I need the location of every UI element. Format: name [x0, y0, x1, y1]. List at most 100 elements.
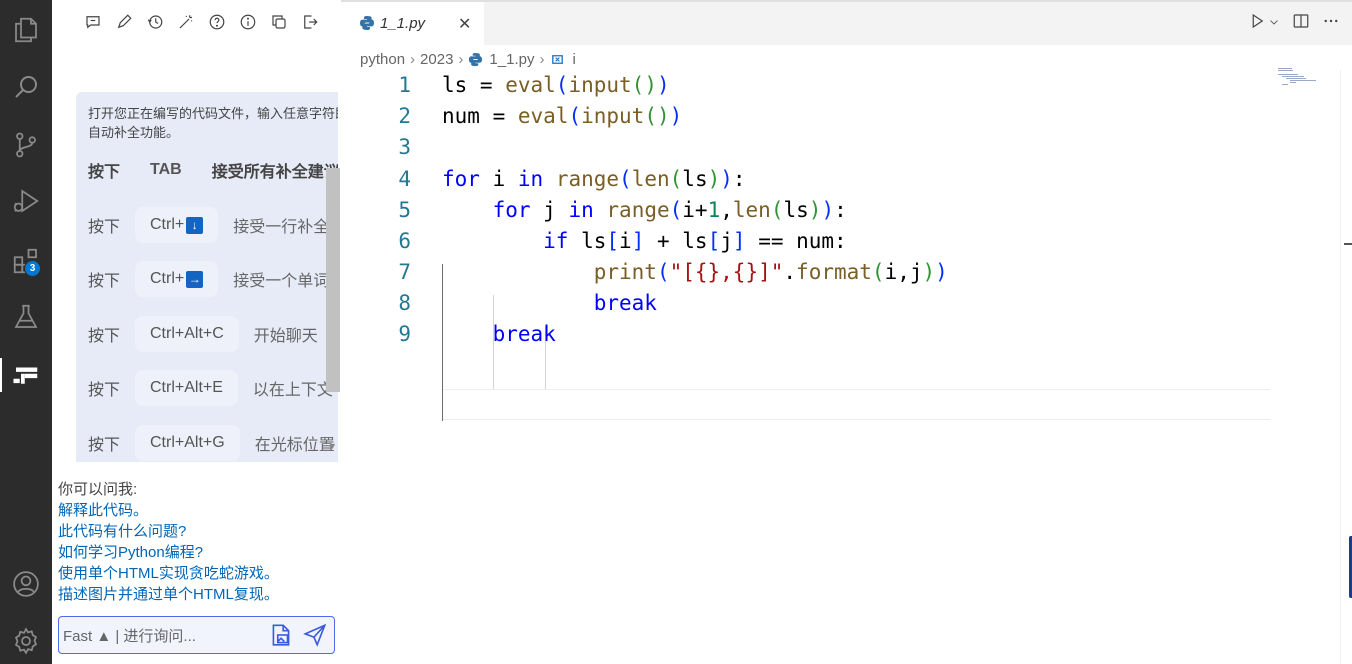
shortcut-desc: 在光标位置 — [254, 437, 335, 454]
explorer-icon[interactable] — [0, 7, 52, 53]
magic-wand-icon[interactable] — [175, 10, 196, 34]
shortcut-desc: 接受一行补全 — [233, 219, 330, 236]
shortcut-desc: 接受一个单词 — [233, 273, 330, 290]
tab-1_1-py[interactable]: 1_1.py ✕ — [341, 2, 484, 47]
ai-assistant-icon[interactable] — [0, 352, 52, 398]
new-chat-icon[interactable] — [82, 10, 103, 34]
suggestion-item[interactable]: 解释此代码。 — [58, 500, 338, 521]
shortcut-row: 按下 Ctrl+Alt+C 开始聊天 — [88, 316, 318, 352]
shortcut-help-card: 打开您正在编写的代码文件，输入任意字符即可触发自动补全功能。 按下 TAB 接受… — [76, 92, 338, 462]
code-line: 4 for i in range(len(ls)): — [341, 164, 1276, 195]
code-line: 6 if ls[i] + ls[j] == num: — [341, 226, 1276, 257]
shortcut-row: 按下 Ctrl+Alt+G 在光标位置 — [88, 425, 335, 461]
more-actions-icon[interactable] — [1322, 12, 1340, 35]
arrow-right-icon: → — [186, 270, 204, 288]
code-line: 2 num = eval(input()) — [341, 101, 1276, 132]
chat-input[interactable]: Fast ▲ | 进行询问... — [58, 616, 335, 654]
shortcut-press-label: 按下 — [88, 164, 121, 181]
info-icon[interactable] — [237, 10, 258, 34]
line-number: 6 — [398, 229, 411, 253]
settings-icon[interactable] — [0, 618, 52, 664]
shortcut-key: Ctrl+Alt+G — [135, 425, 240, 461]
chat-input-placeholder[interactable]: Fast ▲ | 进行询问... — [63, 625, 196, 646]
shortcut-key: Ctrl+ → — [135, 261, 219, 297]
shortcut-row: 按下 TAB 接受所有补全建议 — [88, 152, 338, 188]
current-line-highlight — [442, 389, 1270, 420]
side-panel-scrollbar[interactable] — [326, 168, 340, 392]
testing-icon[interactable] — [0, 294, 52, 340]
suggestion-item[interactable]: 如何学习Python编程? — [58, 542, 338, 563]
edit-icon[interactable] — [113, 10, 134, 34]
help-icon[interactable] — [206, 10, 227, 34]
shortcut-key-text: Ctrl+Alt+E — [150, 379, 223, 396]
code-text: break — [492, 322, 556, 346]
extensions-badge: 3 — [24, 260, 41, 277]
suggestion-list: 你可以问我: 解释此代码。 此代码有什么问题? 如何学习Python编程? 使用… — [58, 479, 338, 605]
history-icon[interactable] — [144, 10, 165, 34]
side-panel: 打开您正在编写的代码文件，输入任意字符即可触发自动补全功能。 按下 TAB 接受… — [52, 0, 341, 664]
attach-image-icon[interactable] — [268, 622, 294, 653]
scroll-down-arrow-icon[interactable]: ▼ — [328, 441, 337, 451]
code-area[interactable]: 1 ls = eval(input()) 2 num = eval(input(… — [341, 70, 1276, 664]
shortcut-press-label: 按下 — [88, 328, 121, 345]
shortcut-press-label: 按下 — [88, 273, 121, 290]
minimap[interactable] — [1276, 66, 1340, 96]
shortcut-desc: 接受所有补全建议 — [211, 164, 338, 181]
line-number: 8 — [398, 291, 411, 315]
copy-icon[interactable] — [268, 10, 289, 34]
search-icon[interactable] — [0, 64, 52, 110]
close-icon[interactable]: ✕ — [458, 14, 471, 34]
split-editor-icon[interactable] — [1292, 12, 1310, 35]
code-line: 9 break — [341, 319, 1276, 350]
chat-input-actions — [268, 622, 328, 653]
shortcut-row: 按下 Ctrl+ ↓ 接受一行补全 — [88, 207, 329, 243]
line-number: 5 — [398, 198, 411, 222]
run-debug-icon[interactable] — [0, 178, 52, 224]
account-icon[interactable] — [0, 561, 52, 607]
suggestion-item[interactable]: 使用单个HTML实现贪吃蛇游戏。 — [58, 563, 338, 584]
shortcut-key-text: TAB — [150, 161, 182, 178]
breadcrumb-item[interactable]: python — [360, 51, 405, 68]
code-text: break — [593, 291, 657, 315]
line-number: 1 — [398, 73, 411, 97]
chevron-right-icon: › — [410, 50, 416, 68]
breadcrumb-item[interactable]: 1_1.py — [489, 51, 534, 68]
send-icon[interactable] — [302, 622, 328, 653]
line-number: 3 — [398, 135, 411, 159]
code-text: num = eval(input()) — [442, 104, 683, 128]
shortcut-key-text: Ctrl+ — [150, 216, 185, 233]
breadcrumb-item[interactable]: i — [572, 51, 575, 68]
shortcut-row: 按下 Ctrl+ → 接受一个单词 — [88, 261, 329, 297]
breadcrumb-item[interactable]: 2023 — [420, 51, 453, 68]
shortcut-desc: 开始聊天 — [253, 328, 318, 345]
shortcut-key: TAB — [135, 152, 197, 188]
shortcut-desc: 以在上下文 — [252, 382, 333, 399]
code-text: for i in range(len(ls)): — [442, 167, 746, 191]
code-line: 8 break — [341, 288, 1276, 319]
shortcut-row: 按下 Ctrl+Alt+E 以在上下文 — [88, 370, 333, 406]
help-intro-text: 打开您正在编写的代码文件，输入任意字符即可触发自动补全功能。 — [88, 106, 338, 140]
shortcut-key: Ctrl+ ↓ — [135, 207, 219, 243]
suggestion-item[interactable]: 描述图片并通过单个HTML复现。 — [58, 584, 338, 605]
suggestion-title: 你可以问我: — [58, 481, 138, 498]
run-icon[interactable] — [1248, 12, 1266, 35]
shortcut-key-text: Ctrl+Alt+C — [150, 325, 224, 342]
suggestion-item[interactable]: 此代码有什么问题? — [58, 521, 338, 542]
export-icon[interactable] — [299, 10, 320, 34]
variable-icon — [552, 54, 564, 64]
line-number: 9 — [398, 322, 411, 346]
extensions-icon[interactable]: 3 — [0, 238, 52, 284]
tab-bar: 1_1.py ✕ — [341, 0, 1352, 47]
chevron-down-icon[interactable] — [1268, 15, 1280, 33]
tab-label: 1_1.py — [380, 15, 426, 32]
shortcut-key: Ctrl+Alt+E — [135, 370, 238, 406]
side-toolbar — [82, 10, 320, 34]
shortcut-key-text: Ctrl+ — [150, 270, 185, 287]
editor-actions — [1248, 12, 1340, 35]
code-text: print("[{},{}]".format(i,j)) — [593, 260, 948, 284]
source-control-icon[interactable] — [0, 122, 52, 168]
python-file-icon — [469, 52, 483, 66]
code-line: 1 ls = eval(input()) — [341, 70, 1276, 101]
code-text: if ls[i] + ls[j] == num: — [543, 229, 847, 253]
shortcut-press-label: 按下 — [88, 219, 121, 236]
